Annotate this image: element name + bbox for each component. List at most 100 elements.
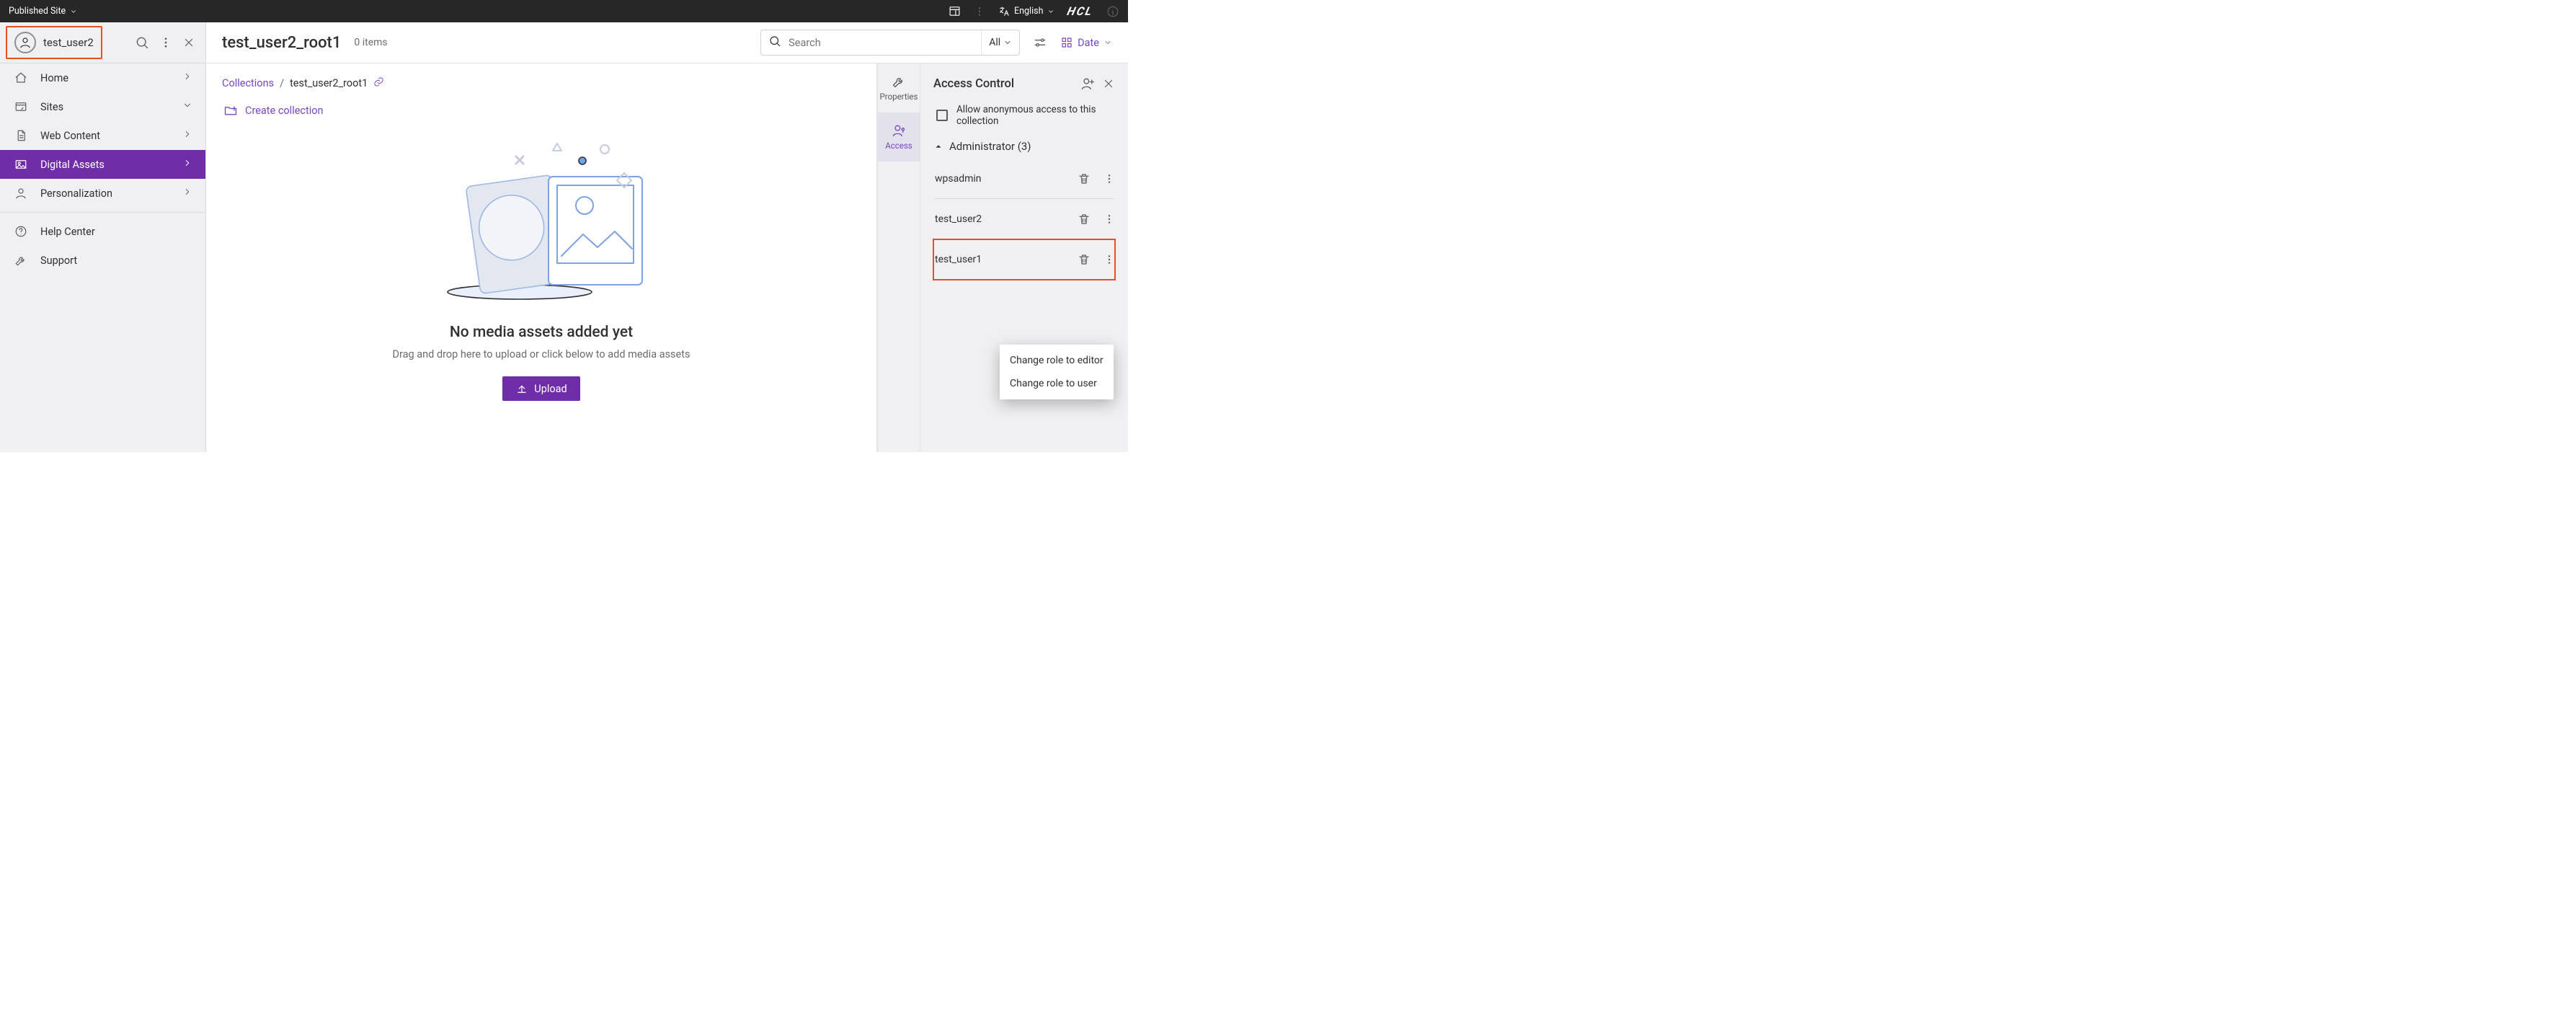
create-collection-button[interactable]: Create collection [222,99,325,122]
search-scope-label: All [989,37,1000,48]
sidebar: test_user2 Home Si [0,22,206,452]
sidebar-item-personalization[interactable]: Personalization [0,179,205,208]
translate-icon [998,6,1010,17]
sidebar-item-sites[interactable]: Sites [0,92,205,121]
add-user-button[interactable] [1080,76,1095,91]
sidebar-item-label: Support [40,255,77,267]
image-icon [13,158,29,171]
wrench-icon [892,74,906,89]
access-control-panel: Access Control Allow anonymous access to… [920,63,1128,452]
rail-tab-label: Access [885,141,912,151]
sidebar-item-help[interactable]: Help Center [0,217,205,246]
delete-user-button[interactable] [1078,172,1091,185]
caret-down-icon [1003,38,1012,47]
checkbox-icon[interactable] [936,110,948,121]
anonymous-access-label: Allow anonymous access to this collectio… [956,104,1115,127]
sidebar-close-icon[interactable] [182,36,195,49]
global-topbar: Published Site English HCL [0,0,1128,22]
sort-button[interactable]: Date [1060,36,1112,49]
menu-item-change-to-user[interactable]: Change role to user [1000,372,1114,395]
language-label: English [1014,6,1043,17]
panel-title: Access Control [933,77,1073,91]
folder-plus-icon [223,103,238,118]
user-more-button[interactable] [1103,213,1115,225]
breadcrumb-separator: / [280,77,284,89]
create-collection-label: Create collection [245,105,324,117]
info-icon[interactable] [1106,5,1119,18]
sidebar-item-label: Personalization [40,187,112,200]
role-user-list: wpsadmin test_user2 [933,159,1115,280]
user-row: test_user2 [933,199,1115,239]
chevron-right-icon [182,129,192,142]
empty-state: No media assets added yet Drag and drop … [222,126,861,401]
caret-down-icon [70,8,77,15]
empty-illustration [433,126,649,321]
help-icon [13,225,29,238]
item-count: 0 items [354,37,387,48]
sidebar-search-icon[interactable] [135,35,149,50]
sliders-icon [1033,35,1047,50]
page-title: test_user2_root1 [222,34,341,52]
delete-user-button[interactable] [1078,213,1091,226]
language-selector[interactable]: English [998,6,1054,17]
upload-button[interactable]: Upload [502,376,579,401]
user-avatar-icon [14,32,36,53]
caret-down-icon [1103,38,1112,47]
sidebar-more-icon[interactable] [159,36,172,49]
current-user-chip[interactable]: test_user2 [6,26,102,59]
document-icon [13,129,29,142]
sidebar-item-digital-assets[interactable]: Digital Assets [0,150,205,179]
triangle-up-icon [933,141,943,151]
sidebar-item-label: Home [40,72,68,84]
sidebar-item-web-content[interactable]: Web Content [0,121,205,150]
site-mode-selector[interactable]: Published Site [9,6,77,17]
rail-tab-access[interactable]: Access [878,112,920,161]
person-lock-icon [892,123,906,138]
menu-item-change-to-editor[interactable]: Change role to editor [1000,349,1114,372]
sidebar-item-label: Digital Assets [40,159,105,171]
search-input[interactable] [789,37,974,49]
sidebar-item-home[interactable]: Home [0,63,205,92]
chevron-right-icon [182,71,192,84]
delete-user-button[interactable] [1078,253,1091,266]
brand-logo: HCL [1066,4,1095,18]
empty-title: No media assets added yet [450,324,633,341]
anonymous-access-toggle[interactable]: Allow anonymous access to this collectio… [933,104,1115,127]
panel-toggle-icon[interactable] [949,5,961,17]
search-input-group[interactable]: All [760,30,1020,56]
upload-label: Upload [534,383,567,395]
role-label: Administrator (3) [949,140,1031,153]
user-row: wpsadmin [933,159,1115,199]
breadcrumb-root[interactable]: Collections [222,77,274,89]
grid-icon [1060,36,1073,49]
sidebar-item-label: Help Center [40,226,95,238]
search-icon [768,35,781,50]
chevron-right-icon [182,187,192,200]
role-administrator-header[interactable]: Administrator (3) [933,140,1115,153]
home-icon [13,71,29,84]
rail-tab-properties[interactable]: Properties [878,63,920,112]
sidebar-item-label: Web Content [40,130,100,142]
user-name: test_user2 [935,213,1078,225]
filter-button[interactable] [1033,35,1047,50]
user-row: test_user1 [933,239,1115,280]
search-scope-selector[interactable]: All [981,30,1012,55]
sidebar-item-support[interactable]: Support [0,246,205,275]
user-name: test_user1 [935,254,1078,265]
site-mode-label: Published Site [9,6,66,17]
user-more-button[interactable] [1103,173,1115,185]
person-icon [13,187,29,200]
wrench-icon [13,254,29,267]
link-icon[interactable] [373,76,384,90]
user-more-button[interactable] [1103,254,1115,265]
current-user-name: test_user2 [43,36,94,49]
chevron-right-icon [182,158,192,171]
upload-icon [515,382,528,395]
topbar-more-icon[interactable] [974,6,985,17]
rail-tab-label: Properties [880,92,918,102]
breadcrumb-current: test_user2_root1 [290,77,368,89]
sort-label: Date [1078,37,1099,49]
panel-close-icon[interactable] [1102,77,1115,90]
user-name: wpsadmin [935,173,1078,185]
role-change-menu: Change role to editor Change role to use… [1000,345,1114,399]
